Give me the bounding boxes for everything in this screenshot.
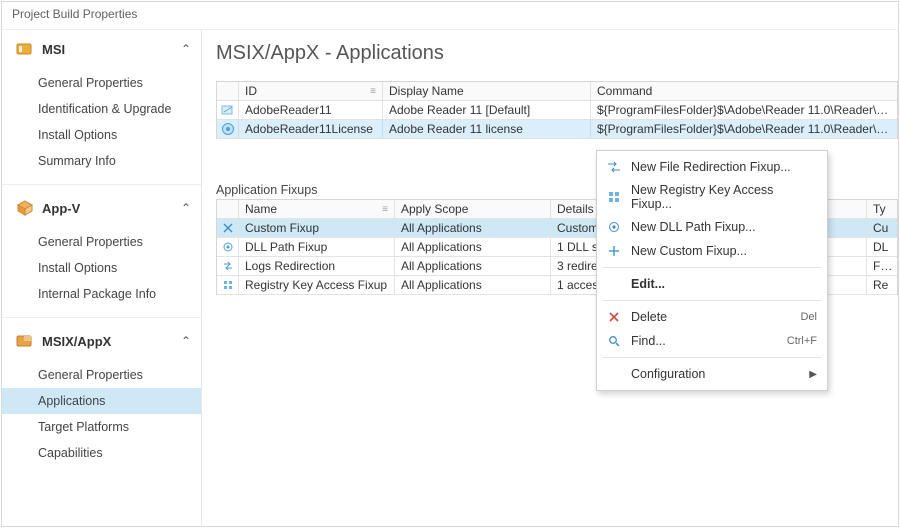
col-header-display[interactable]: Display Name (383, 82, 591, 100)
sort-glyph-icon: ≡ (370, 86, 376, 97)
registry-icon (605, 189, 623, 205)
applications-grid[interactable]: ID≡ Display Name Command AdobeReader11 A… (216, 81, 898, 139)
menu-delete[interactable]: Delete Del (597, 305, 827, 329)
window-title: Project Build Properties (2, 2, 898, 30)
menu-new-custom-fixup[interactable]: New Custom Fixup... (597, 239, 827, 263)
chevron-up-icon: ⌃ (181, 42, 191, 56)
appv-cube-icon (16, 199, 34, 217)
sidebar-item-msi-summary[interactable]: Summary Info (2, 148, 201, 174)
menu-new-dll-path-fixup[interactable]: New DLL Path Fixup... (597, 215, 827, 239)
sidebar-item-appv-general[interactable]: General Properties (2, 229, 201, 255)
msix-box-icon (16, 332, 34, 350)
submenu-arrow-icon: ▶ (809, 369, 817, 380)
chevron-up-icon: ⌃ (181, 334, 191, 348)
col-header-command[interactable]: Command (591, 82, 897, 100)
sidebar-item-msi-install[interactable]: Install Options (2, 122, 201, 148)
custom-icon (605, 243, 623, 259)
registry-fixup-icon (217, 276, 239, 294)
col-header-name[interactable]: Name≡ (239, 200, 395, 218)
custom-fixup-icon (217, 219, 239, 237)
sidebar-item-msix-applications[interactable]: Applications (2, 388, 201, 414)
col-header-scope[interactable]: Apply Scope (395, 200, 551, 218)
menu-configuration[interactable]: Configuration ▶ (597, 362, 827, 386)
applications-row[interactable]: AdobeReader11License Adobe Reader 11 lic… (217, 120, 897, 139)
menu-edit[interactable]: Edit... (597, 272, 827, 296)
msi-box-icon (16, 40, 34, 58)
redirect-fixup-icon (217, 257, 239, 275)
app-row-icon (217, 101, 239, 119)
menu-new-file-redirection[interactable]: New File Redirection Fixup... (597, 155, 827, 179)
sidebar-item-msix-general[interactable]: General Properties (2, 362, 201, 388)
sidebar-group-msix[interactable]: MSIX/AppX ⌃ (2, 322, 201, 360)
delete-icon (605, 309, 623, 325)
sidebar-group-appv[interactable]: App-V ⌃ (2, 189, 201, 227)
redirect-icon (605, 159, 623, 175)
find-icon (605, 333, 623, 349)
sidebar-item-appv-install[interactable]: Install Options (2, 255, 201, 281)
main-panel: MSIX/AppX - Applications ID≡ Display Nam… (202, 30, 898, 526)
applications-row[interactable]: AdobeReader11 Adobe Reader 11 [Default] … (217, 101, 897, 120)
sidebar-item-msix-targets[interactable]: Target Platforms (2, 414, 201, 440)
chevron-up-icon: ⌃ (181, 201, 191, 215)
col-header-type[interactable]: Ty (867, 200, 897, 218)
sidebar-item-msi-general[interactable]: General Properties (2, 70, 201, 96)
row-icon-header (217, 82, 239, 100)
sidebar-item-appv-internal[interactable]: Internal Package Info (2, 281, 201, 307)
page-title: MSIX/AppX - Applications (216, 42, 898, 65)
dll-fixup-icon (217, 238, 239, 256)
sidebar: MSI ⌃ General Properties Identification … (2, 30, 202, 526)
context-menu: New File Redirection Fixup... New Regist… (596, 150, 828, 391)
menu-new-registry-fixup[interactable]: New Registry Key Access Fixup... (597, 179, 827, 215)
row-icon-header (217, 200, 239, 218)
col-header-id[interactable]: ID≡ (239, 82, 383, 100)
sort-glyph-icon: ≡ (382, 204, 388, 215)
menu-find[interactable]: Find... Ctrl+F (597, 329, 827, 353)
sidebar-group-msi[interactable]: MSI ⌃ (2, 30, 201, 68)
sidebar-item-msix-capabilities[interactable]: Capabilities (2, 440, 201, 466)
app-row-icon (217, 120, 239, 138)
sidebar-item-msi-identification[interactable]: Identification & Upgrade (2, 96, 201, 122)
gear-icon (605, 219, 623, 235)
